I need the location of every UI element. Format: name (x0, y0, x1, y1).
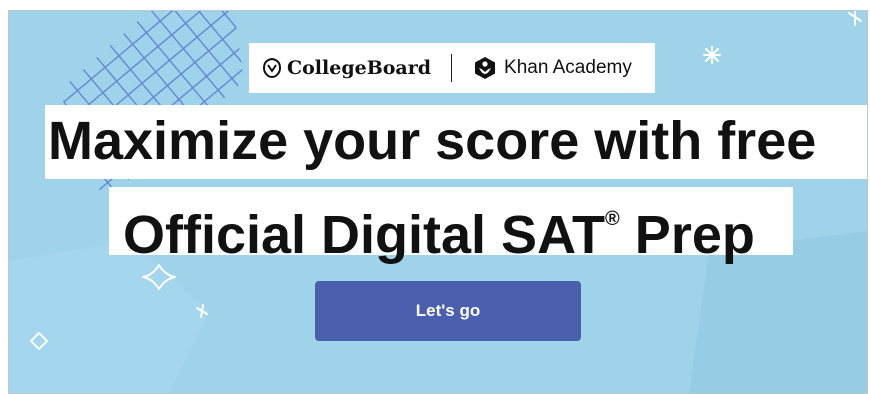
college-board-logo: CollegeBoard (261, 57, 431, 79)
khan-academy-logo: Khan Academy (474, 56, 632, 80)
registered-mark: ® (605, 208, 620, 230)
headline-line-2-prefix: Official Digital SAT (123, 205, 606, 265)
hero-banner: CollegeBoard Khan Academy Maximize your … (8, 10, 868, 394)
lets-go-button[interactable]: Let's go (315, 281, 581, 341)
asterisk-icon (703, 46, 721, 64)
partner-logos: CollegeBoard Khan Academy (249, 43, 655, 93)
headline-line-1: Maximize your score with free (45, 105, 867, 179)
headline-line-2: Official Digital SAT® Prep (109, 187, 793, 265)
khan-academy-text: Khan Academy (504, 57, 632, 78)
cross-sparkle-icon (848, 11, 862, 26)
khan-hexagon-icon (475, 57, 496, 79)
acorn-icon (262, 57, 282, 79)
logo-divider (451, 54, 453, 82)
headline-line-2-suffix: Prep (619, 205, 755, 265)
college-board-text: CollegeBoard (287, 57, 432, 79)
